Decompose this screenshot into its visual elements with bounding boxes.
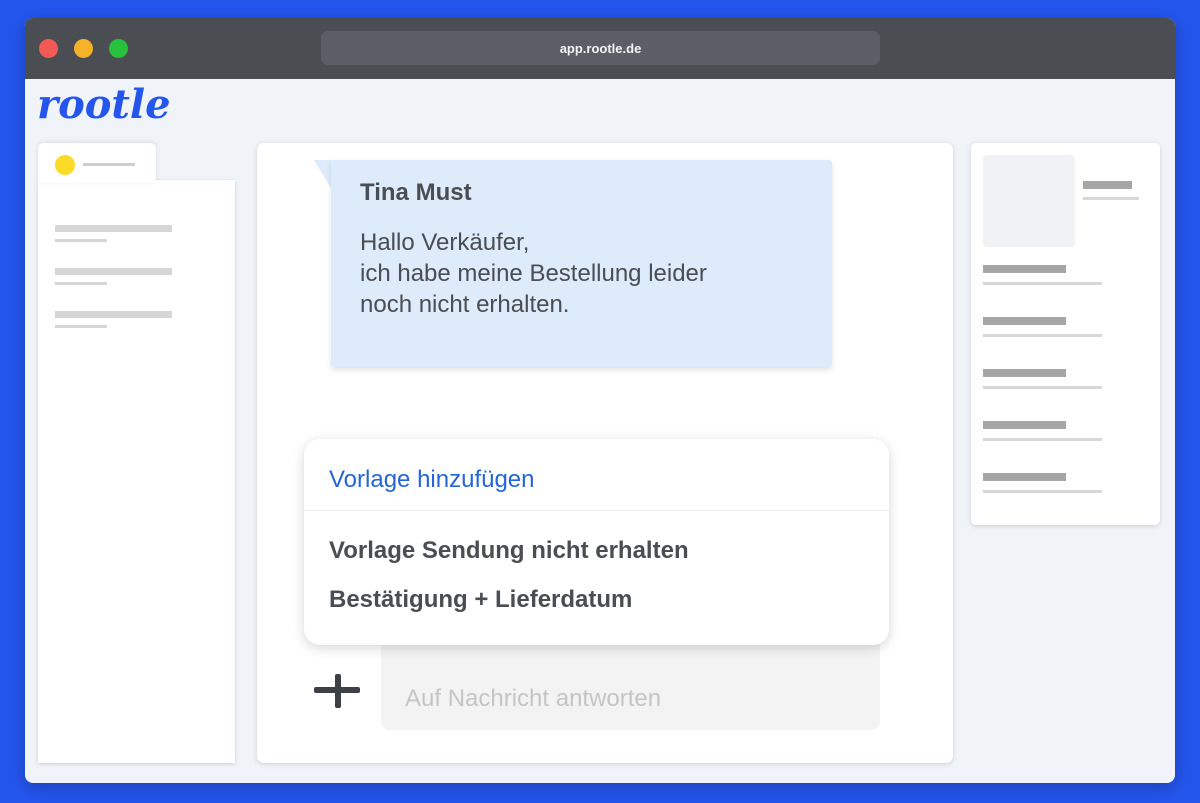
detail-placeholder-subtitle bbox=[983, 438, 1102, 441]
detail-placeholder-subtitle bbox=[983, 334, 1102, 337]
address-bar[interactable]: app.rootle.de bbox=[321, 31, 880, 65]
detail-placeholder-title bbox=[983, 369, 1066, 377]
template-item-not-received[interactable]: Vorlage Sendung nicht erhalten bbox=[329, 537, 689, 565]
add-template-header[interactable]: Vorlage hinzufügen bbox=[329, 466, 535, 494]
conversation-list bbox=[38, 180, 235, 763]
minimize-window-button[interactable] bbox=[74, 39, 93, 58]
app-logo[interactable]: rootle bbox=[37, 85, 171, 125]
detail-placeholder-subtitle bbox=[983, 490, 1102, 493]
details-panel bbox=[971, 143, 1160, 525]
maximize-window-button[interactable] bbox=[109, 39, 128, 58]
reply-input[interactable]: Auf Nachricht antworten bbox=[381, 643, 880, 730]
detail-placeholder-subtitle bbox=[983, 386, 1102, 389]
title-bar: app.rootle.de bbox=[25, 18, 1175, 79]
template-popup-tail bbox=[329, 643, 359, 683]
conversation-placeholder-title bbox=[55, 225, 172, 232]
plus-icon-horizontal bbox=[314, 687, 360, 693]
reply-placeholder: Auf Nachricht antworten bbox=[405, 685, 662, 712]
detail-placeholder-subtitle bbox=[1083, 197, 1139, 200]
status-dot bbox=[55, 155, 75, 175]
detail-placeholder-title bbox=[983, 421, 1066, 429]
message-line: noch nicht erhalten. bbox=[360, 291, 570, 318]
message-line: Hallo Verkäufer, bbox=[360, 229, 530, 256]
browser-window: app.rootle.de rootle Tina Must Hallo Ver… bbox=[25, 18, 1175, 783]
tab-placeholder-text bbox=[83, 163, 135, 166]
chat-panel: Tina Must Hallo Verkäufer, ich habe mein… bbox=[257, 143, 953, 763]
sender-name: Tina Must bbox=[360, 179, 472, 206]
conversation-placeholder-title bbox=[55, 268, 172, 275]
message-line: ich habe meine Bestellung leider bbox=[360, 260, 707, 287]
message-bubble: Tina Must Hallo Verkäufer, ich habe mein… bbox=[331, 160, 832, 367]
detail-placeholder-subtitle bbox=[983, 282, 1102, 285]
template-item-confirmation[interactable]: Bestätigung + Lieferdatum bbox=[329, 586, 632, 614]
detail-placeholder-title bbox=[983, 317, 1066, 325]
detail-placeholder-title bbox=[983, 473, 1066, 481]
detail-placeholder-title bbox=[1083, 181, 1132, 189]
message-text: Hallo Verkäufer, ich habe meine Bestellu… bbox=[360, 227, 707, 320]
active-conversation-tab[interactable] bbox=[38, 143, 156, 183]
template-popup: Vorlage hinzufügen Vorlage Sendung nicht… bbox=[304, 439, 889, 645]
conversation-placeholder-title bbox=[55, 311, 172, 318]
detail-placeholder-title bbox=[983, 265, 1066, 273]
message-bubble-tail bbox=[314, 160, 331, 188]
conversation-placeholder-subtitle bbox=[55, 239, 107, 242]
product-image-placeholder bbox=[983, 155, 1075, 247]
conversation-placeholder-subtitle bbox=[55, 282, 107, 285]
close-window-button[interactable] bbox=[39, 39, 58, 58]
conversation-placeholder-subtitle bbox=[55, 325, 107, 328]
popup-divider bbox=[304, 510, 889, 511]
